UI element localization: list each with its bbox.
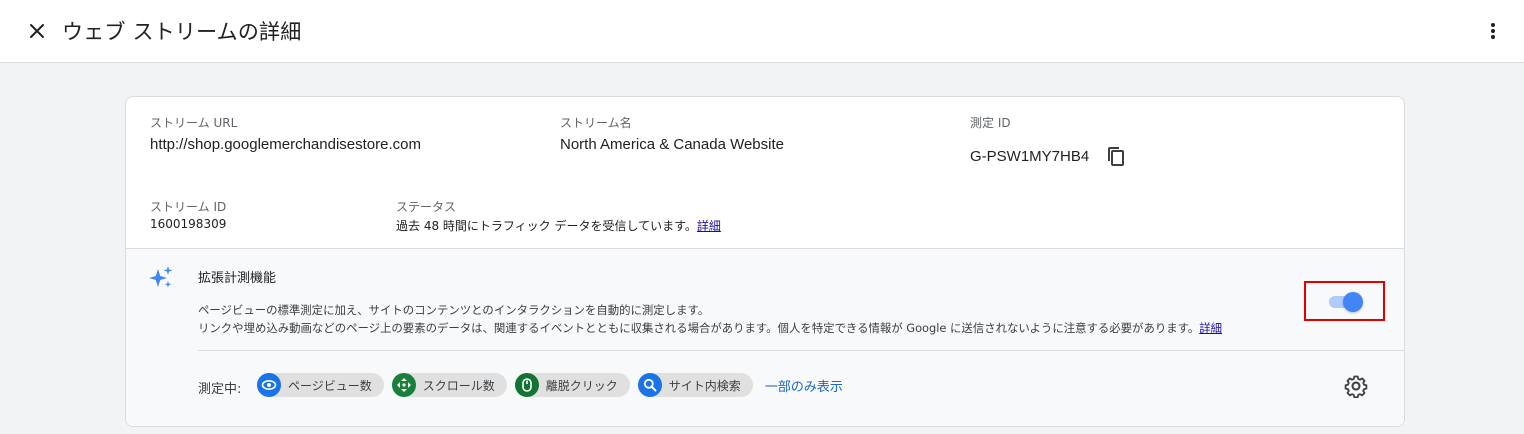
measurement-id-value: G-PSW1MY7HB4 xyxy=(970,148,1090,165)
stream-details-card: ストリーム URL http://shop.googlemerchandises… xyxy=(125,96,1405,427)
description-line-1: ページビューの標準測定に加え、サイトのコンテンツとのインタラクションを自動的に測… xyxy=(198,303,710,317)
more-options-button[interactable] xyxy=(1480,18,1506,44)
enhanced-measurement-section: 拡張計測機能 ページビューの標準測定に加え、サイトのコンテンツとのインタラクショ… xyxy=(126,248,1404,426)
measuring-label: 測定中: xyxy=(198,382,242,397)
stream-name-value: North America & Canada Website xyxy=(560,136,784,153)
measurement-id-label: 測定 ID xyxy=(970,116,1011,130)
top-bar: ウェブ ストリームの詳細 xyxy=(0,0,1524,63)
close-button[interactable] xyxy=(24,18,50,44)
chip-outbound-clicks[interactable]: 離脱クリック xyxy=(514,373,630,397)
chip-page-views[interactable]: ページビュー数 xyxy=(257,373,384,397)
sparkle-icon xyxy=(149,266,173,288)
status-text: 過去 48 時間にトラフィック データを受信しています。詳細 xyxy=(396,217,721,234)
stream-url-label: ストリーム URL xyxy=(150,116,238,130)
enhanced-measurement-toggle[interactable] xyxy=(1327,290,1363,312)
stream-url-value: http://shop.googlemerchandisestore.com xyxy=(150,136,421,153)
more-vert-icon xyxy=(1491,23,1495,39)
search-icon xyxy=(637,373,662,397)
description-line-2: リンクや埋め込み動画などのページ上の要素のデータは、関連するイベントとともに収集… xyxy=(198,321,1200,335)
status-label: ステータス xyxy=(396,200,457,214)
mouse-icon xyxy=(514,373,539,397)
copy-icon xyxy=(1108,147,1124,166)
eye-icon xyxy=(257,373,281,397)
measurement-chips: ページビュー数 スクロール数 離脱クリック サイト内検索 一部のみ表示 xyxy=(257,373,843,397)
chip-label: 離脱クリック xyxy=(545,378,618,393)
chip-label: スクロール数 xyxy=(422,378,495,393)
enhanced-measurement-description: ページビューの標準測定に加え、サイトのコンテンツとのインタラクションを自動的に測… xyxy=(198,301,1328,337)
description-details-link[interactable]: 詳細 xyxy=(1199,321,1222,335)
copy-measurement-id-button[interactable] xyxy=(1104,145,1128,169)
status-details-link[interactable]: 詳細 xyxy=(697,219,721,233)
close-icon xyxy=(30,24,44,38)
enhanced-measurement-title: 拡張計測機能 xyxy=(198,271,277,286)
status-value: 過去 48 時間にトラフィック データを受信しています。 xyxy=(396,219,697,233)
chip-scrolls[interactable]: スクロール数 xyxy=(391,373,507,397)
chip-label: サイト内検索 xyxy=(668,378,741,393)
stream-id-label: ストリーム ID xyxy=(150,200,227,214)
divider xyxy=(198,350,1404,351)
toggle-thumb xyxy=(1343,292,1363,312)
chip-site-search[interactable]: サイト内検索 xyxy=(637,373,753,397)
page-title: ウェブ ストリームの詳細 xyxy=(62,20,302,44)
scroll-icon xyxy=(391,373,416,397)
show-partial-link[interactable]: 一部のみ表示 xyxy=(765,376,843,395)
description-line-2-wrap: リンクや埋め込み動画などのページ上の要素のデータは、関連するイベントとともに収集… xyxy=(198,319,1328,337)
stream-name-label: ストリーム名 xyxy=(560,116,632,130)
chip-label: ページビュー数 xyxy=(288,378,372,393)
stream-id-value: 1600198309 xyxy=(150,217,227,231)
gear-icon[interactable] xyxy=(1344,374,1368,398)
